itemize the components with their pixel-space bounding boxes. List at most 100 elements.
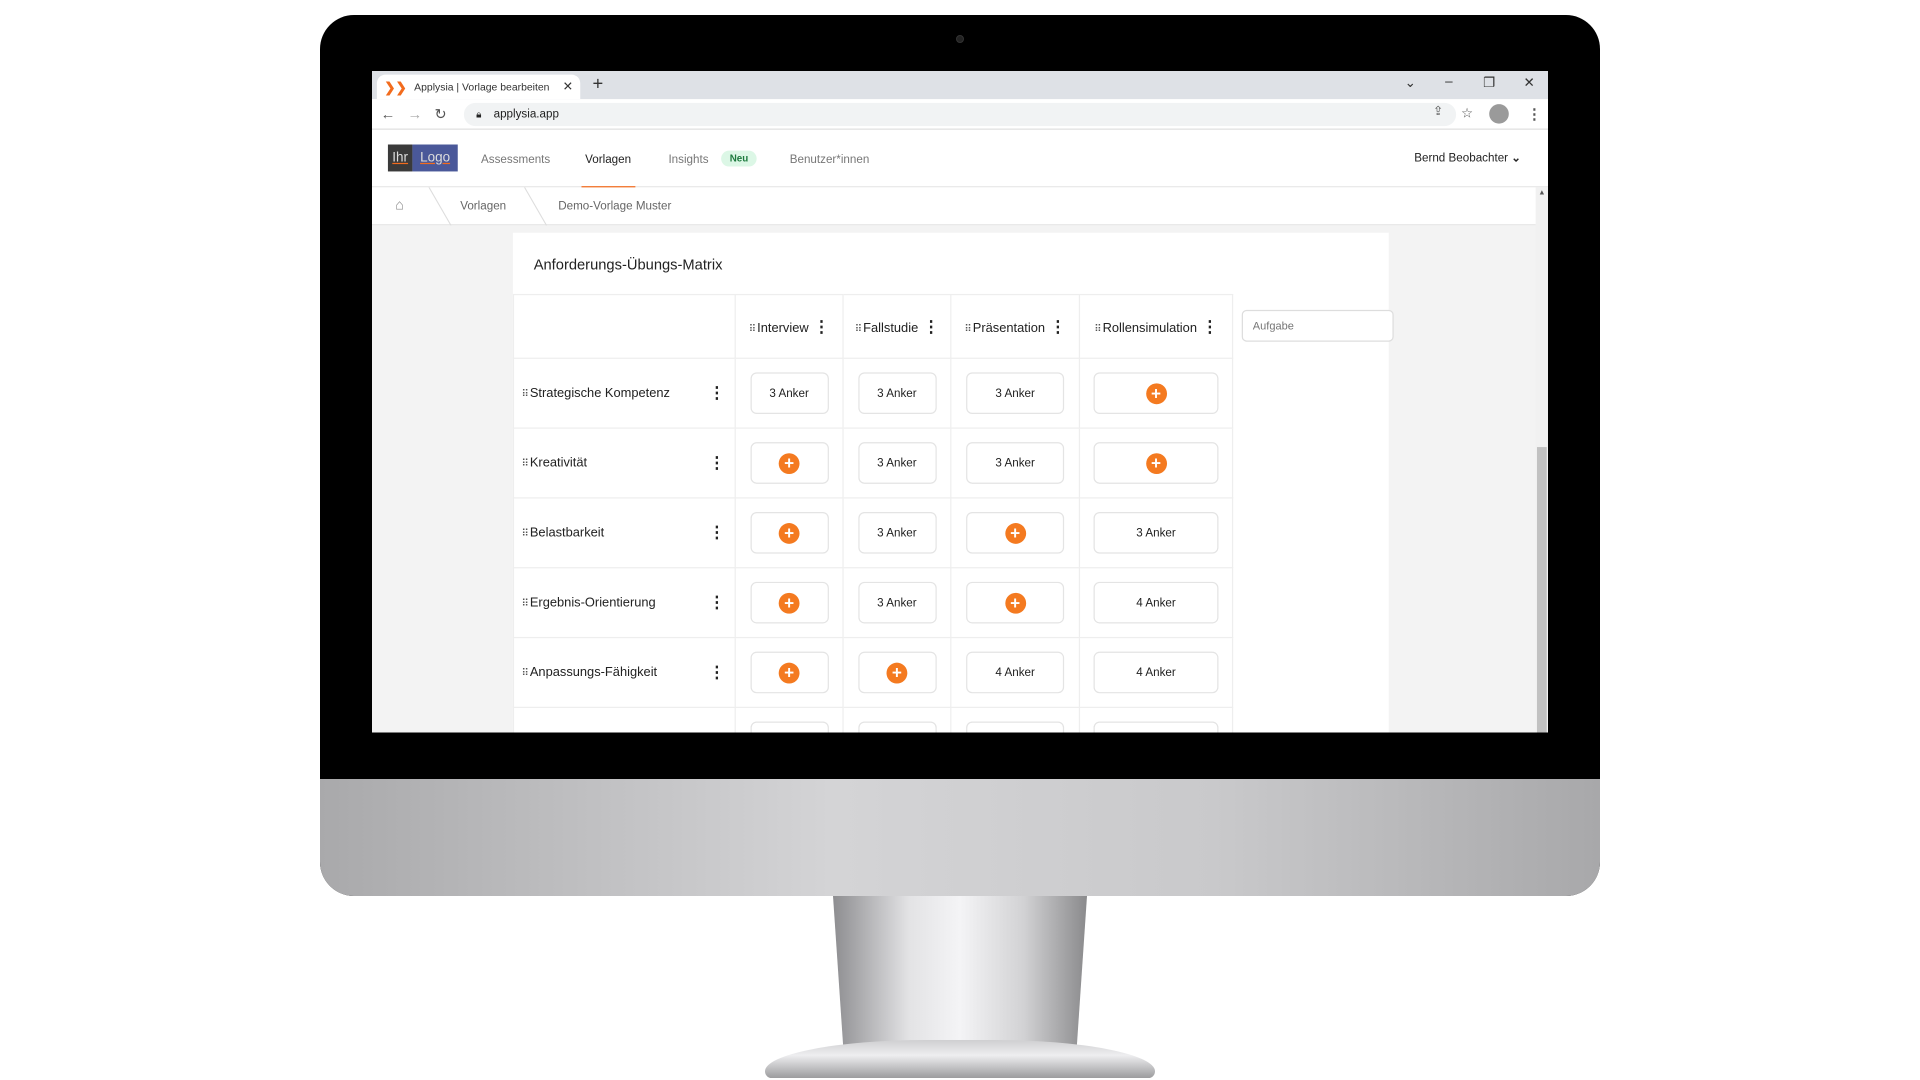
minimize-icon[interactable]: – <box>1445 75 1453 90</box>
matrix-cell: + <box>734 427 844 499</box>
column-label: Fallstudie <box>863 320 919 335</box>
anchor-button[interactable]: 3 Anker <box>857 372 937 414</box>
tab-search-chevron-icon[interactable]: ⌄ <box>1405 75 1416 91</box>
anchor-button[interactable]: 4 Anker <box>1093 651 1219 694</box>
drag-handle-icon[interactable]: ⠿ <box>521 667 528 678</box>
drag-handle-icon[interactable]: ⠿ <box>1094 323 1101 334</box>
drag-handle-icon[interactable]: ⠿ <box>964 323 971 334</box>
anchor-button[interactable]: 3 Anker <box>966 372 1065 414</box>
add-anchor-button[interactable]: + <box>1093 442 1219 484</box>
close-window-icon[interactable]: ✕ <box>1524 75 1535 91</box>
chevron-down-icon: ⌄ <box>1511 151 1522 166</box>
matrix-cell: + <box>734 636 844 709</box>
anchor-count: 3 Anker <box>877 526 917 540</box>
nav-insights[interactable]: Insights <box>668 153 708 166</box>
back-icon[interactable]: ← <box>381 105 396 122</box>
nav-benutzerinnen[interactable]: Benutzer*innen <box>790 153 870 166</box>
row-header: ⠿ Ergebnis-Orientierung ⋮ <box>512 567 736 639</box>
scroll-up-icon[interactable]: ▲ <box>1538 190 1545 197</box>
anchor-button[interactable]: 3 Anker <box>1093 512 1219 554</box>
drag-handle-icon[interactable]: ⠿ <box>521 457 528 468</box>
user-menu[interactable]: Bernd Beobachter ⌄ <box>1414 152 1521 165</box>
page-scrollbar[interactable]: ▲ <box>1535 187 1548 733</box>
close-tab-icon[interactable]: ✕ <box>563 80 573 93</box>
row-header: ⠿ Anpassungs-Fähigkeit ⋮ <box>512 636 736 709</box>
anchor-count: 3 Anker <box>877 456 917 470</box>
drag-handle-icon[interactable]: ⠿ <box>521 388 528 399</box>
matrix-cell: 4 Anker <box>950 636 1081 709</box>
anchor-button[interactable]: 4 Anker <box>966 651 1065 694</box>
new-tab-icon[interactable]: + <box>593 73 604 94</box>
column-menu-icon[interactable]: ⋮ <box>1050 317 1066 335</box>
row-menu-icon[interactable]: ⋮ <box>709 593 725 613</box>
nav-assessments[interactable]: Assessments <box>481 153 550 166</box>
add-anchor-button[interactable]: + <box>749 651 829 694</box>
add-anchor-button[interactable]: + <box>749 581 829 624</box>
add-anchor-button[interactable]: + <box>966 512 1065 554</box>
column-header[interactable]: ⠿ Präsentation ⋮ <box>950 293 1081 359</box>
anchor-count: 3 Anker <box>769 386 809 400</box>
add-anchor-button[interactable]: + <box>857 651 937 694</box>
anchor-button[interactable]: 3 Anker <box>966 442 1065 484</box>
column-menu-icon[interactable]: ⋮ <box>1202 317 1218 335</box>
anchor-button[interactable]: 3 Anker <box>749 372 829 414</box>
matrix-header-row: ⠿ Interview ⋮ ⠿ Fallstudie ⋮ ⠿ Präsentation ⋮ ⠿ Ro… <box>512 293 1234 359</box>
matrix-cell: + <box>950 706 1081 733</box>
column-menu-icon[interactable]: ⋮ <box>814 317 830 335</box>
monitor-stand <box>833 896 1087 1046</box>
matrix-cell: + <box>842 636 952 709</box>
plus-circle-icon: + <box>1004 522 1026 544</box>
matrix-cell: + <box>734 497 844 569</box>
breadcrumb-vorlagen[interactable]: Vorlagen <box>460 200 506 213</box>
home-icon[interactable]: ⌂ <box>395 196 404 213</box>
row-menu-icon[interactable]: ⋮ <box>709 663 725 683</box>
row-label: Belastbarkeit <box>529 525 605 541</box>
drag-handle-icon[interactable]: ⠿ <box>855 323 862 334</box>
add-anchor-button[interactable]: + <box>749 512 829 554</box>
matrix-cell: 4 Anker <box>1078 636 1234 709</box>
drag-handle-icon[interactable]: ⠿ <box>521 597 528 608</box>
column-header[interactable]: ⠿ Interview ⋮ <box>734 293 844 359</box>
forward-icon[interactable]: → <box>408 105 423 122</box>
anchor-button[interactable]: 3 Anker <box>857 512 937 554</box>
anchor-button[interactable]: 4 Anker <box>1093 581 1219 624</box>
browser-tab[interactable]: ❯❯ Applysia | Vorlage bearbeiten ✕ <box>376 74 581 100</box>
anchor-button[interactable]: 3 Anker <box>857 581 937 624</box>
add-anchor-button[interactable]: + <box>749 442 829 484</box>
nav-vorlagen[interactable]: Vorlagen <box>581 153 635 189</box>
anchor-button[interactable] <box>749 721 829 733</box>
anchor-button[interactable] <box>1093 721 1219 733</box>
drag-handle-icon[interactable]: ⠿ <box>521 527 528 538</box>
bookmark-star-icon[interactable]: ☆ <box>1461 105 1473 122</box>
anchor-button[interactable]: 3 Anker <box>857 442 937 484</box>
plus-circle-icon: + <box>778 452 800 474</box>
browser-tab-bar: ❯❯ Applysia | Vorlage bearbeiten ✕ + ⌄ –… <box>372 71 1548 100</box>
row-menu-icon[interactable]: ⋮ <box>709 453 725 473</box>
row-menu-icon[interactable]: ⋮ <box>709 523 725 543</box>
browser-menu-icon[interactable]: ⋮ <box>1527 105 1542 122</box>
plus-circle-icon: + <box>1004 731 1026 733</box>
url-input[interactable]: 🔒︎ applysia.app <box>463 102 1457 127</box>
add-anchor-button[interactable]: + <box>966 721 1065 733</box>
anchor-count: 3 Anker <box>995 456 1035 470</box>
column-header[interactable]: ⠿ Rollensimulation ⋮ <box>1078 293 1234 359</box>
anchor-count: 4 Anker <box>1136 665 1176 680</box>
add-anchor-button[interactable]: + <box>857 721 937 733</box>
scrollbar-thumb[interactable] <box>1536 447 1547 733</box>
screen: ❯❯ Applysia | Vorlage bearbeiten ✕ + ⌄ –… <box>372 71 1548 733</box>
matrix-row-partial: ++ <box>512 706 1234 733</box>
restore-icon[interactable]: ❐ <box>1483 75 1495 91</box>
drag-handle-icon[interactable]: ⠿ <box>749 323 756 334</box>
reload-icon[interactable]: ↻ <box>434 105 446 122</box>
add-anchor-button[interactable]: + <box>1093 372 1219 414</box>
share-icon[interactable]: ⇪ <box>1433 105 1443 118</box>
column-menu-icon[interactable]: ⋮ <box>923 317 939 335</box>
plus-circle-icon: + <box>778 592 800 614</box>
new-task-input[interactable] <box>1241 309 1394 342</box>
column-header[interactable]: ⠿ Fallstudie ⋮ <box>842 293 952 359</box>
company-logo[interactable]: Ihr Logo <box>387 144 458 172</box>
profile-avatar-icon[interactable] <box>1489 104 1509 124</box>
row-menu-icon[interactable]: ⋮ <box>709 383 725 403</box>
add-anchor-button[interactable]: + <box>966 581 1065 624</box>
anchor-count: 4 Anker <box>1136 595 1176 610</box>
